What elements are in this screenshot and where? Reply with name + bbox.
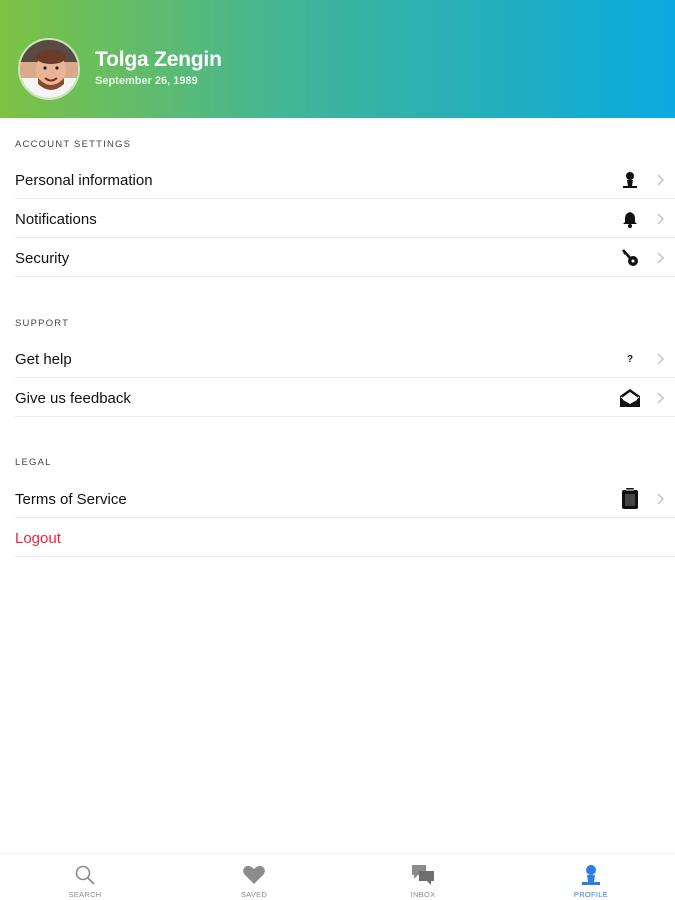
person-icon [619,169,641,191]
tab-bar: SEARCH SAVED INBOX PROFILE [0,853,675,900]
row-label: Terms of Service [15,491,127,508]
key-icon [619,247,641,269]
search-icon [72,863,98,887]
avatar[interactable] [18,38,80,100]
tab-label: SAVED [240,890,268,899]
profile-birthdate: September 26, 1989 [95,75,198,87]
row-personal-information[interactable]: Personal information [15,161,675,199]
section-title-legal: LEGAL [15,457,52,468]
section-title-support: SUPPORT [15,318,70,329]
tab-inbox[interactable]: INBOX [383,854,463,900]
profile-name: Tolga Zengin [95,48,222,71]
chat-icon [410,863,436,887]
section-title-account-settings: ACCOUNT SETTINGS [15,139,132,150]
tab-label: SEARCH [68,890,102,899]
question-icon: ? [619,348,641,370]
tab-saved[interactable]: SAVED [214,854,294,900]
row-get-help[interactable]: Get help ? [15,340,675,378]
logout-label: Logout [15,530,61,547]
question-icon-glyph: ? [626,353,634,365]
row-terms-of-service[interactable]: Terms of Service [15,480,675,518]
chevron-right-icon [654,350,668,368]
clipboard-icon [619,488,641,510]
chevron-right-icon [654,249,668,267]
row-give-us-feedback[interactable]: Give us feedback [15,379,675,417]
logout-button[interactable]: Logout [15,519,675,557]
bell-icon [619,208,641,230]
chevron-right-icon [654,210,668,228]
row-label: Give us feedback [15,390,131,407]
tab-label: INBOX [410,890,436,899]
row-label: Personal information [15,172,153,189]
heart-icon [241,863,267,887]
envelope-icon [619,387,641,409]
row-label: Security [15,250,70,267]
tab-label: PROFILE [573,890,609,899]
person-icon [578,863,604,887]
chevron-right-icon [654,171,668,189]
chevron-right-icon [654,490,668,508]
row-label: Notifications [15,211,97,228]
profile-header: Tolga Zengin September 26, 1989 [0,0,675,118]
row-notifications[interactable]: Notifications [15,200,675,238]
row-label: Get help [15,351,72,368]
tab-search[interactable]: SEARCH [45,854,125,900]
chevron-right-icon [654,389,668,407]
tab-profile[interactable]: PROFILE [551,854,631,900]
row-security[interactable]: Security [15,239,675,277]
